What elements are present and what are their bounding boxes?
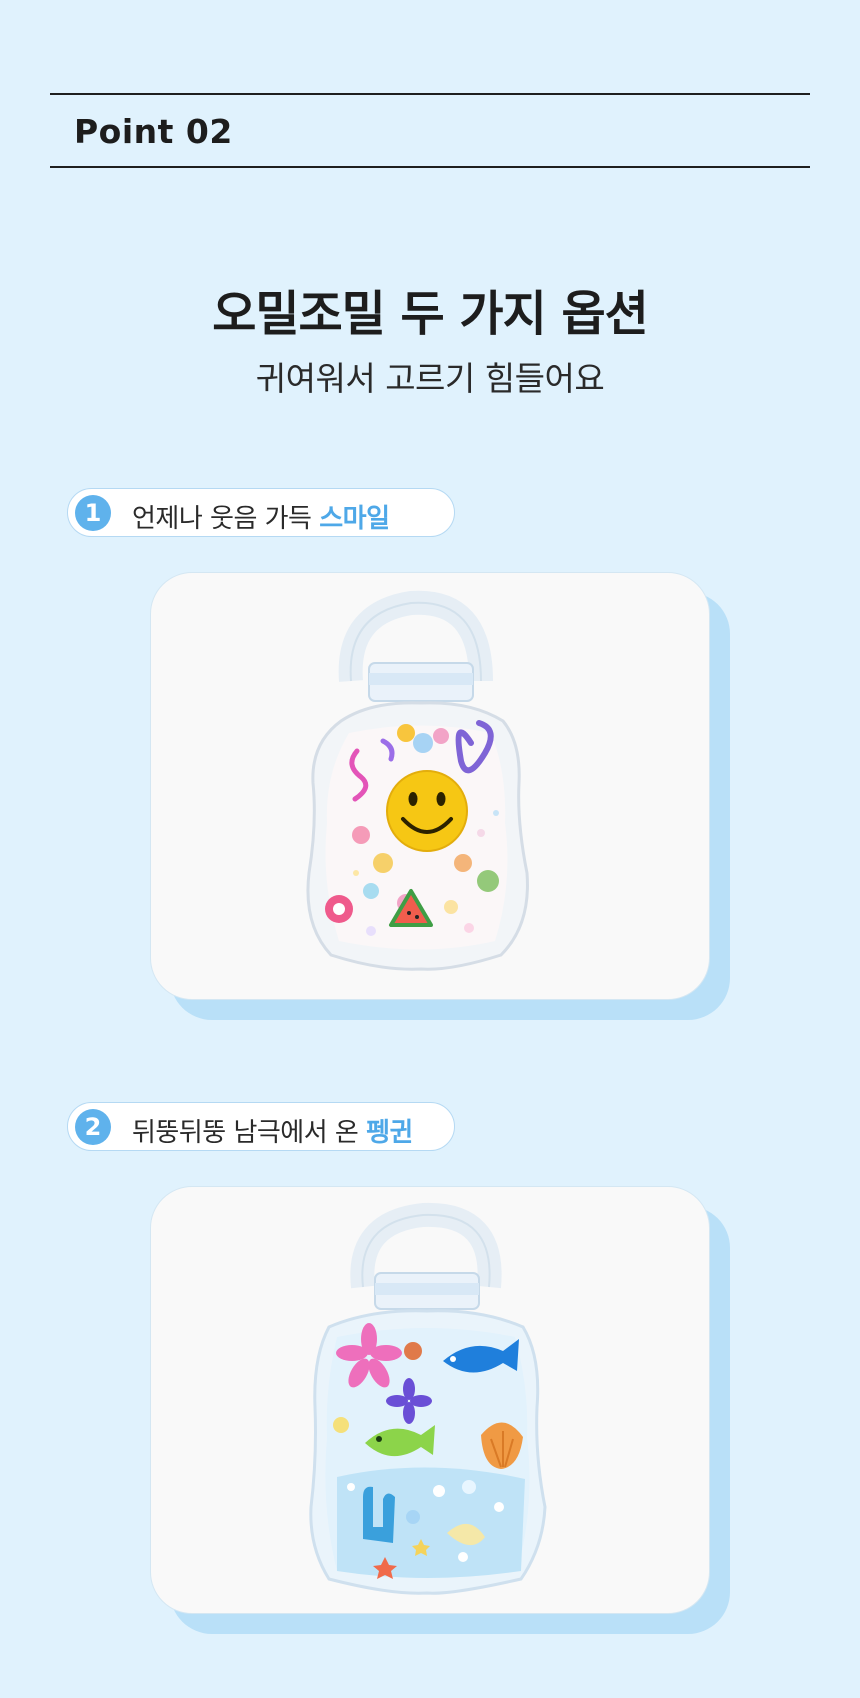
option-1-highlight: 스마일 [319,504,390,534]
section-headline: 오밀조밀 두 가지 옵션 [212,286,649,342]
option-2-highlight: 펭귄 [366,1118,413,1148]
option-1-text: 언제나 웃음 가득 스마일 [132,498,390,535]
option-1-label-pill: 1 언제나 웃음 가득 스마일 [67,488,455,537]
option-2-number-badge: 2 [75,1109,111,1145]
point-label: Point 02 [74,112,233,151]
section-subhead: 귀여워서 고르기 힘들어요 [255,359,605,398]
option-2-card-body [150,1186,710,1614]
smile-hot-water-bag-image [306,590,529,971]
penguin-hot-water-bag-image [309,1202,547,1595]
option-2-label-pill: 2 뒤뚱뒤뚱 남극에서 온 펭귄 [67,1102,455,1151]
option-1-card-body [150,572,710,1000]
option-2-text: 뒤뚱뒤뚱 남극에서 온 펭귄 [132,1112,413,1149]
point-header: Point 02 [50,93,810,168]
option-1-description: 언제나 웃음 가득 [132,504,320,534]
option-1-card [150,572,730,1020]
option-2-description: 뒤뚱뒤뚱 남극에서 온 [132,1118,367,1148]
option-2-card [150,1186,730,1634]
option-1-number-badge: 1 [75,495,111,531]
